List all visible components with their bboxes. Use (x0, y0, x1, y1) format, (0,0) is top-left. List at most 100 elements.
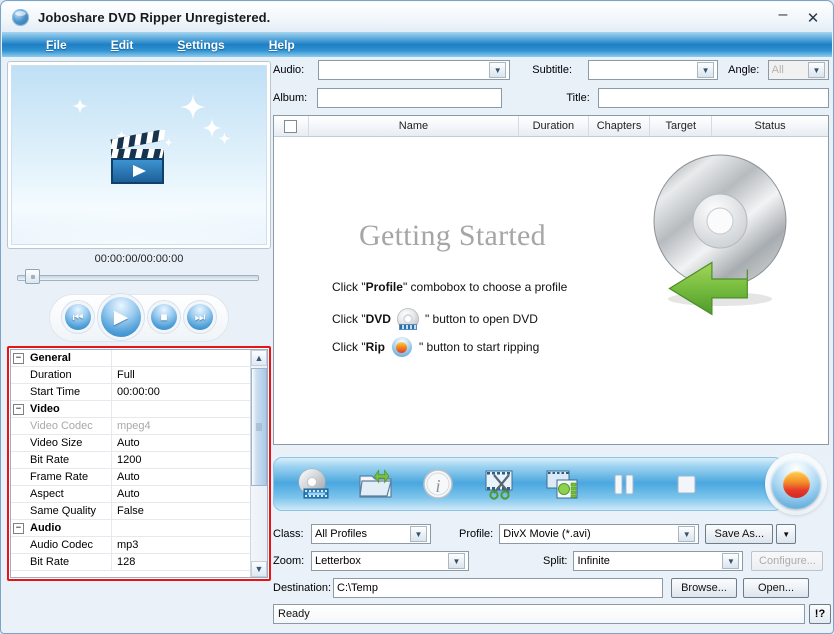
chevron-down-icon[interactable]: ▼ (722, 553, 740, 569)
select-all-column[interactable] (274, 116, 309, 136)
window-title: Joboshare DVD Ripper Unregistered. (38, 9, 271, 25)
property-row[interactable]: Audio Codec mp3 (11, 536, 250, 554)
property-value[interactable]: mp3 (112, 537, 250, 554)
property-row[interactable]: Bit Rate 128 (11, 553, 250, 571)
destination-input[interactable]: C:\Temp (333, 578, 663, 598)
stop-button[interactable]: ■ (151, 304, 177, 330)
previous-button[interactable]: ⏮ (65, 304, 91, 330)
chevron-down-icon[interactable]: ▼ (489, 62, 507, 78)
property-row[interactable]: Duration Full (11, 366, 250, 384)
property-value[interactable]: 128 (112, 554, 250, 571)
clip-icon[interactable] (482, 467, 518, 501)
property-value[interactable]: False (112, 503, 250, 520)
property-value[interactable]: mpeg4 (112, 418, 250, 435)
scrollbar-track[interactable] (251, 366, 267, 561)
properties-scrollbar[interactable]: ▲ ▼ (250, 350, 267, 577)
destination-row: Destination: C:\Temp Browse... Open... (273, 577, 831, 599)
rip-button[interactable] (765, 453, 827, 515)
property-group-row[interactable]: − Video (11, 400, 250, 418)
play-button[interactable]: ▶ (101, 297, 141, 337)
column-status[interactable]: Status (712, 116, 828, 136)
scroll-down-button[interactable]: ▼ (251, 561, 267, 577)
seek-slider[interactable] (7, 268, 271, 284)
stop-icon[interactable] (668, 467, 704, 501)
profile-combobox[interactable]: DivX Movie (*.avi) ▼ (499, 524, 700, 544)
collapse-icon[interactable]: − (13, 522, 24, 534)
property-value[interactable]: Auto (112, 435, 250, 452)
menu-edit[interactable]: Edit (101, 36, 144, 54)
video-preview-area[interactable] (11, 65, 267, 245)
close-button[interactable]: ✕ (804, 9, 822, 27)
open-button[interactable]: Open... (743, 578, 809, 598)
column-name[interactable]: Name (309, 116, 520, 136)
collapse-icon[interactable]: − (13, 352, 24, 364)
main-toolbar: i (273, 453, 829, 515)
menu-bar: File Edit Settings Help (2, 32, 832, 57)
property-value[interactable]: Auto (112, 486, 250, 503)
expander-cell[interactable]: − (11, 403, 26, 415)
minimize-button[interactable]: – (774, 6, 792, 30)
property-name: Audio Codec (26, 536, 112, 554)
collapse-icon[interactable]: − (13, 403, 24, 415)
property-value[interactable] (112, 350, 250, 367)
next-button[interactable]: ⏭ (187, 304, 213, 330)
class-combobox[interactable]: All Profiles ▼ (311, 524, 431, 544)
chevron-down-icon[interactable]: ▼ (410, 526, 427, 542)
seek-slider-thumb[interactable] (25, 269, 40, 284)
save-as-button[interactable]: Save As... (705, 524, 774, 544)
title-input[interactable] (597, 88, 829, 108)
status-text: Ready (273, 604, 805, 624)
chevron-down-icon[interactable]: ▼ (678, 526, 696, 542)
album-input[interactable] (316, 88, 503, 108)
column-duration[interactable]: Duration (519, 116, 589, 136)
property-name: Video Size (26, 434, 112, 452)
scroll-up-button[interactable]: ▲ (251, 350, 267, 366)
zoom-combobox[interactable]: Letterbox ▼ (311, 551, 469, 571)
property-group-row[interactable]: − Audio (11, 519, 250, 537)
toolbar-bar: i (273, 457, 783, 511)
browse-button[interactable]: Browse... (671, 578, 737, 598)
split-combobox[interactable]: Infinite ▼ (573, 551, 744, 571)
property-value[interactable]: 1200 (112, 452, 250, 469)
save-as-dropdown-button[interactable]: ▼ (776, 524, 797, 544)
column-chapters[interactable]: Chapters (589, 116, 651, 136)
help-button[interactable]: !? (809, 604, 831, 624)
open-dvd-icon[interactable] (296, 467, 332, 501)
property-name: Same Quality (26, 502, 112, 520)
transport-controls: ⏮ ▶ ■ ⏭ (7, 288, 271, 346)
scrollbar-thumb[interactable] (251, 368, 267, 486)
info-icon[interactable]: i (420, 467, 456, 501)
property-row[interactable]: Frame Rate Auto (11, 468, 250, 486)
property-row[interactable]: Same Quality False (11, 502, 250, 520)
property-value[interactable]: 00:00:00 (112, 384, 250, 401)
chevron-down-icon[interactable]: ▼ (697, 62, 715, 78)
effect-icon[interactable] (544, 467, 580, 501)
menu-settings[interactable]: Settings (167, 36, 234, 54)
property-row[interactable]: Aspect Auto (11, 485, 250, 503)
open-folder-icon[interactable] (358, 467, 394, 501)
file-list[interactable]: Name Duration Chapters Target Status Get… (273, 115, 829, 445)
properties-list[interactable]: − General Duration Full Start Time 00:00:00− V… (11, 350, 250, 577)
property-row[interactable]: Video Size Auto (11, 434, 250, 452)
subtitle-combobox[interactable]: ▼ (587, 60, 719, 80)
property-value[interactable]: Full (112, 367, 250, 384)
expander-cell[interactable]: − (11, 352, 26, 364)
property-value[interactable]: Auto (112, 469, 250, 486)
menu-help[interactable]: Help (259, 36, 305, 54)
pause-icon[interactable] (606, 467, 642, 501)
seek-slider-track (17, 275, 259, 281)
column-target[interactable]: Target (650, 116, 713, 136)
chevron-down-icon[interactable]: ▼ (448, 553, 465, 569)
property-group-row[interactable]: − General (11, 350, 250, 367)
property-row[interactable]: Start Time 00:00:00 (11, 383, 250, 401)
rip-button-face[interactable] (771, 459, 821, 509)
menu-file[interactable]: File (36, 36, 77, 54)
class-label: Class: (273, 528, 304, 540)
expander-cell[interactable]: − (11, 522, 26, 534)
property-row[interactable]: Video Codec mpeg4 (11, 417, 250, 435)
property-value[interactable] (112, 520, 250, 537)
property-row[interactable]: Bit Rate 1200 (11, 451, 250, 469)
property-value[interactable] (112, 401, 250, 418)
audio-combobox[interactable]: ▼ (318, 60, 511, 80)
select-all-checkbox[interactable] (284, 119, 298, 133)
